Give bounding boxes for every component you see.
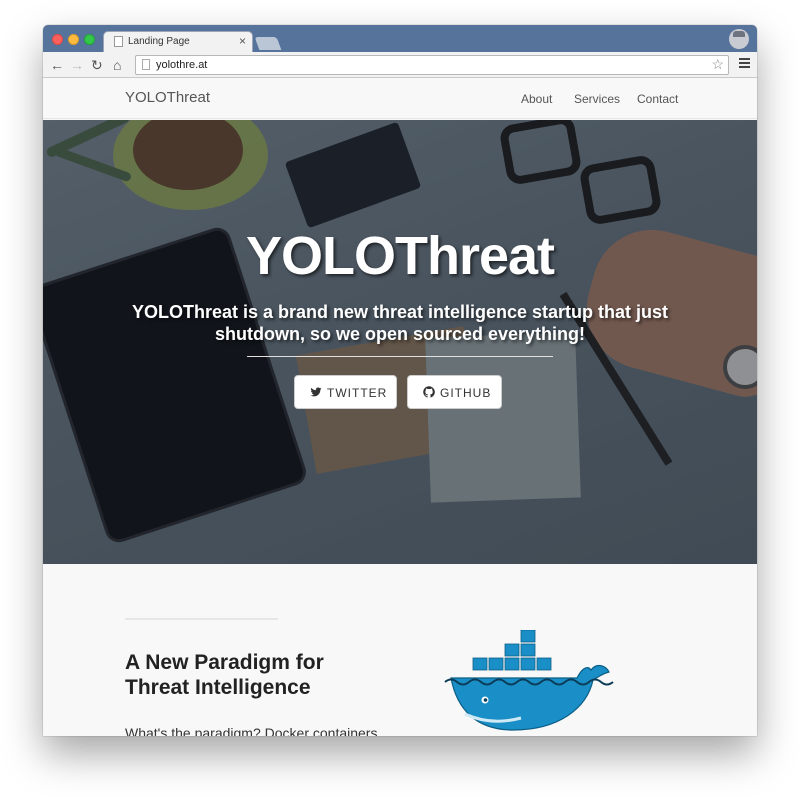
hero-section: YOLOThreat YOLOThreat is a brand new thr…: [43, 120, 757, 564]
hamburger-menu-icon[interactable]: [739, 58, 750, 68]
content-section: A New Paradigm for Threat Intelligence W…: [43, 564, 757, 736]
tab-title: Landing Page: [128, 36, 190, 47]
address-bar[interactable]: yolothre.at ☆: [135, 55, 729, 75]
home-icon[interactable]: ⌂: [113, 56, 121, 74]
docker-whale-logo-icon: [444, 630, 614, 731]
section-lead-text: What's the paradigm? Docker containers: [125, 725, 378, 736]
reload-icon[interactable]: ↻: [91, 56, 103, 74]
url-text[interactable]: yolothre.at: [156, 59, 207, 71]
nav-link-services[interactable]: Services: [574, 92, 620, 106]
twitter-button-label: TWITTER: [327, 386, 388, 400]
browser-toolbar: ← → ↻ ⌂ yolothre.at ☆: [43, 52, 757, 78]
minimize-window-button[interactable]: [68, 34, 79, 45]
section-divider: [125, 618, 278, 620]
forward-arrow-icon[interactable]: →: [70, 56, 84, 74]
github-button-label: GITHUB: [440, 386, 492, 400]
tab-close-icon[interactable]: ×: [239, 34, 246, 48]
back-arrow-icon[interactable]: ←: [50, 56, 64, 74]
twitter-button[interactable]: TWITTER: [294, 375, 397, 409]
browser-window: Landing Page × ← → ↻ ⌂ yolothre.at ☆ YOL…: [43, 25, 757, 736]
close-window-button[interactable]: [52, 34, 63, 45]
site-navbar: YOLOThreat About Services Contact: [43, 79, 757, 119]
brand-link[interactable]: YOLOThreat: [125, 89, 210, 106]
maximize-window-button[interactable]: [84, 34, 95, 45]
github-button[interactable]: GITHUB: [407, 375, 502, 409]
browser-tab-active[interactable]: Landing Page ×: [103, 31, 253, 52]
page-icon: [114, 36, 123, 47]
new-tab-button[interactable]: [254, 37, 282, 50]
nav-link-contact[interactable]: Contact: [637, 92, 678, 106]
hero-subtitle: YOLOThreat is a brand new threat intelli…: [131, 302, 669, 344]
github-icon: [423, 386, 435, 398]
incognito-profile-icon[interactable]: [729, 29, 749, 49]
hero-divider: [247, 356, 553, 357]
section-heading: A New Paradigm for Threat Intelligence: [125, 651, 324, 699]
hero-title: YOLOThreat: [245, 226, 555, 286]
tab-strip: Landing Page ×: [43, 25, 757, 52]
bookmark-star-icon[interactable]: ☆: [711, 56, 724, 73]
twitter-icon: [310, 387, 322, 397]
nav-link-about[interactable]: About: [521, 92, 552, 106]
page-icon: [142, 59, 150, 70]
